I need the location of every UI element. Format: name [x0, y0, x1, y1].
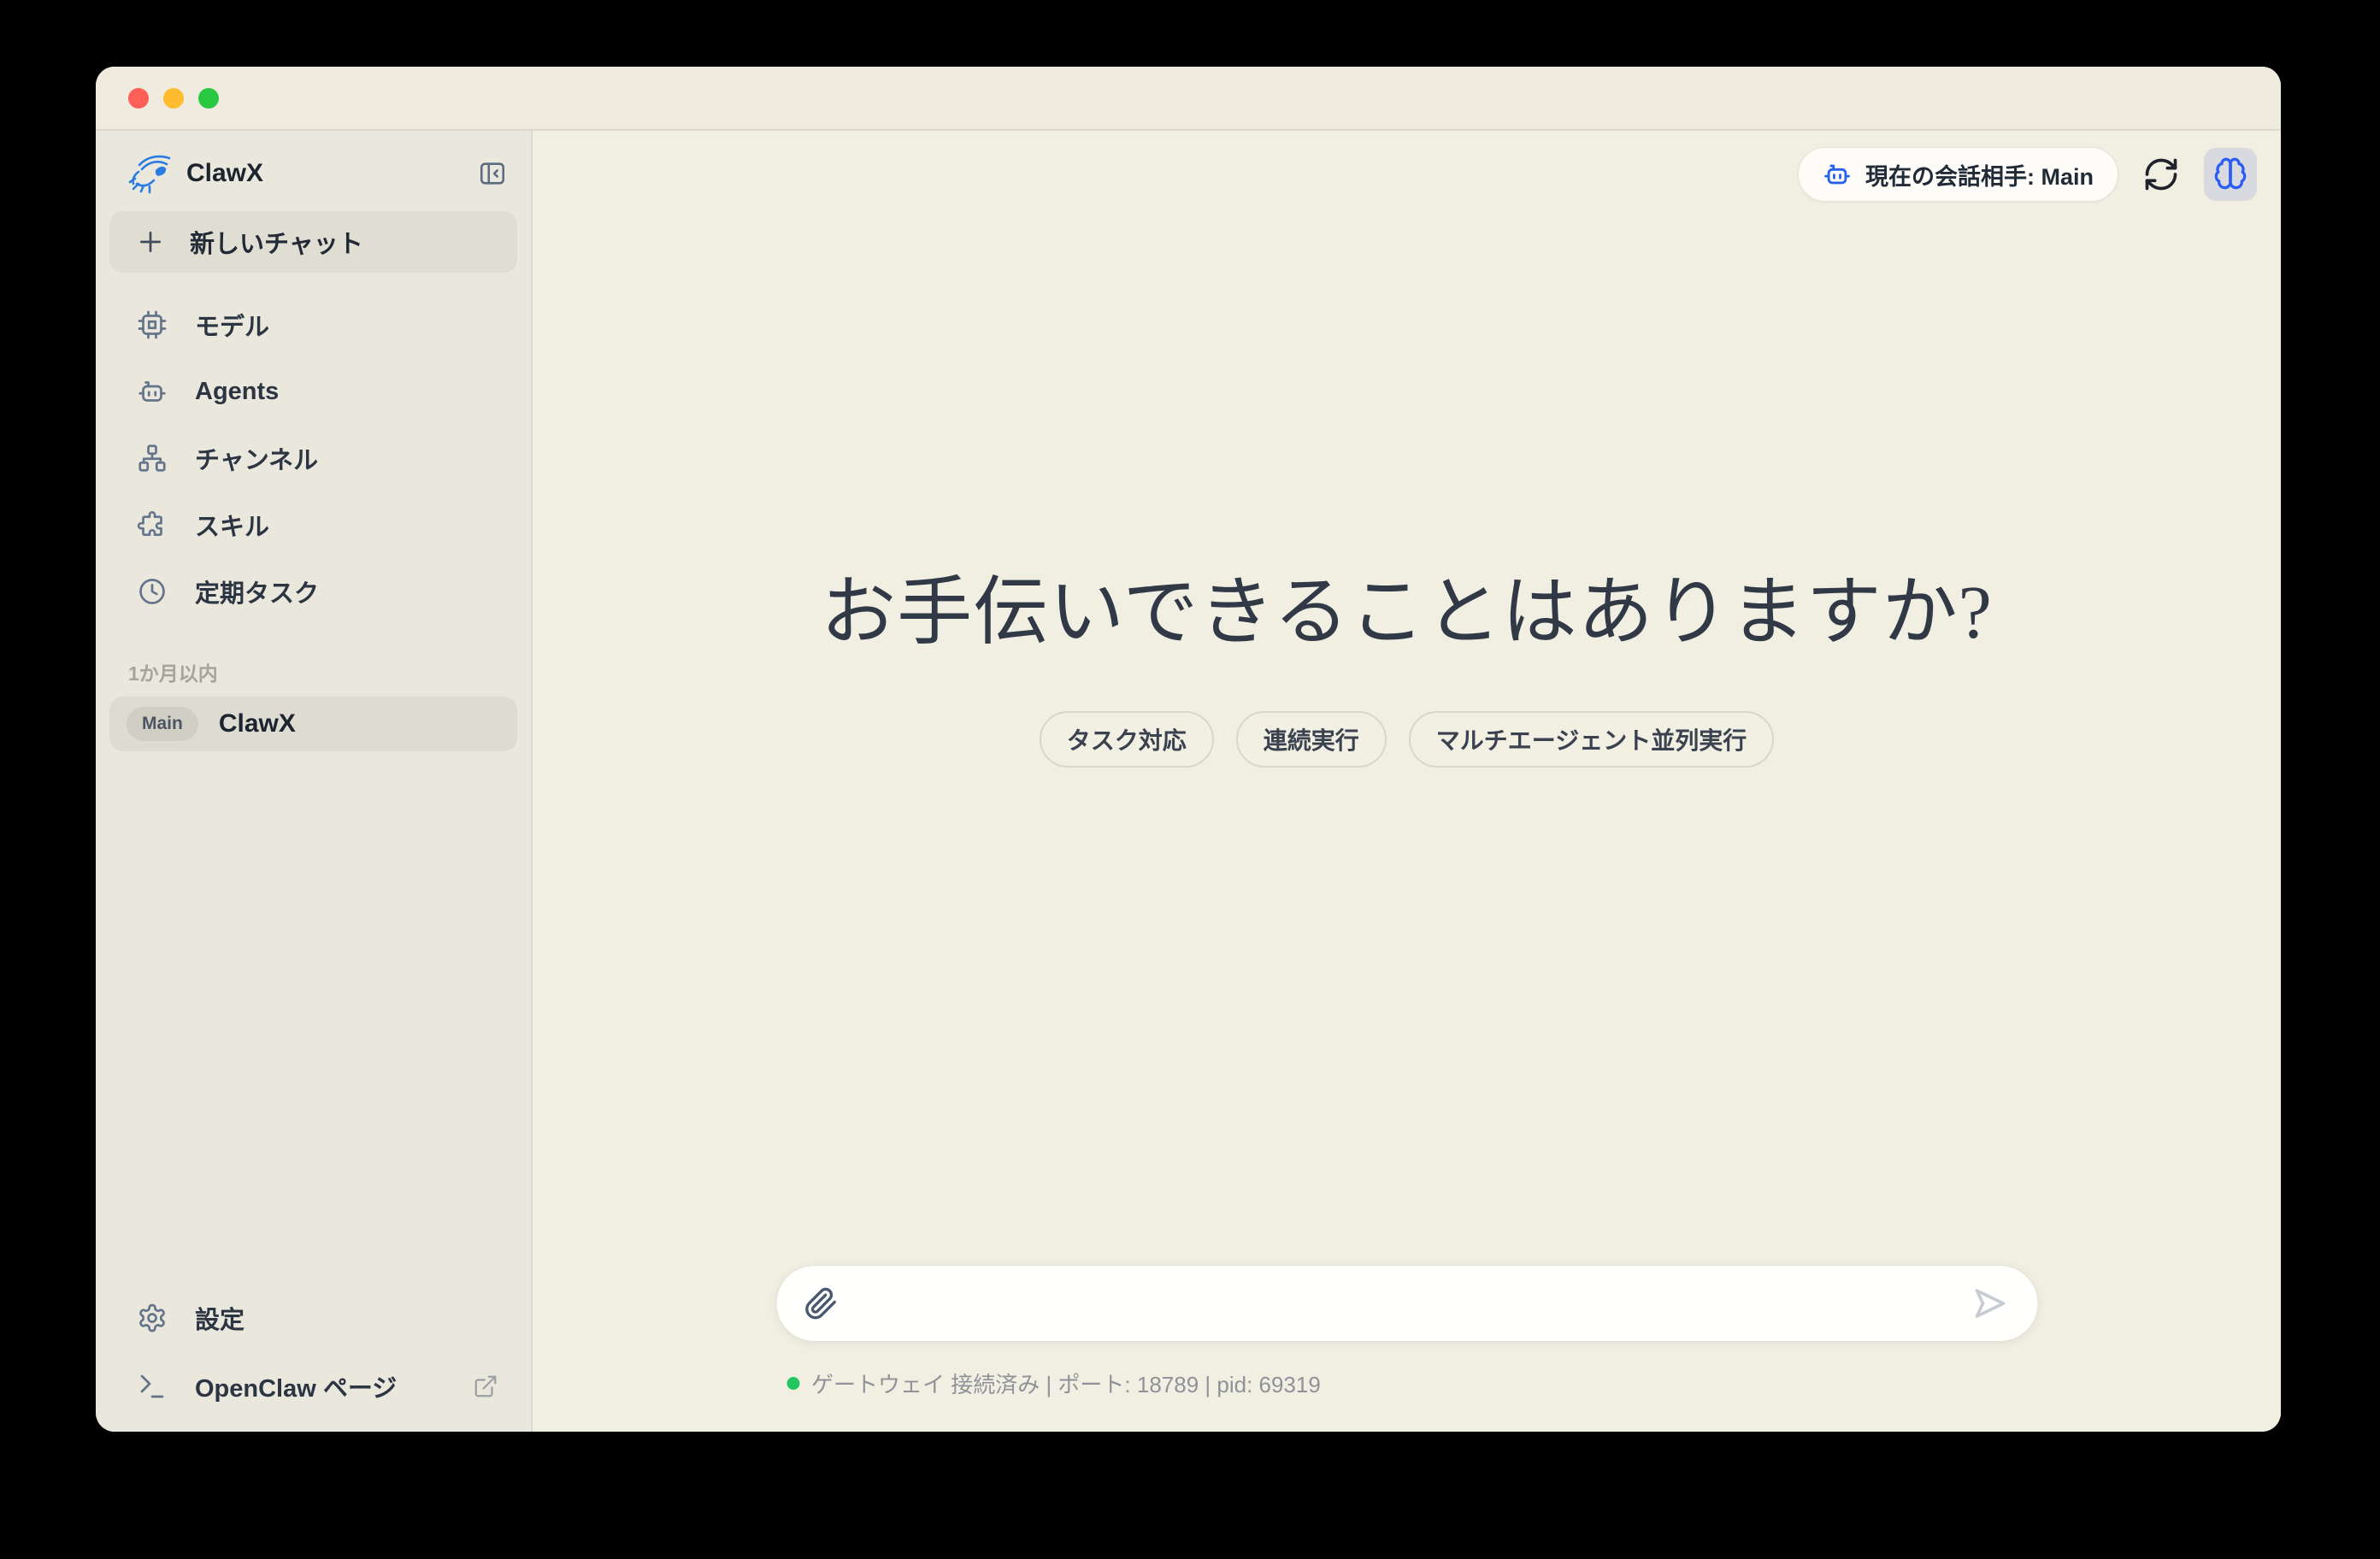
- chat-history-item[interactable]: Main ClawX: [109, 697, 517, 751]
- history-section-label: 1か月以内: [128, 657, 517, 686]
- sidebar-header: ClawX: [109, 131, 517, 211]
- message-input[interactable]: [857, 1289, 1950, 1318]
- sidebar-item-models[interactable]: モデル: [109, 291, 517, 358]
- suggestion-multi-agent[interactable]: マルチエージェント並列実行: [1409, 711, 1774, 768]
- app-title: ClawX: [186, 159, 263, 188]
- clawx-logo-icon: [127, 153, 173, 194]
- sidebar-item-scheduled-tasks[interactable]: 定期タスク: [109, 558, 517, 625]
- suggestion-task-support[interactable]: タスク対応: [1040, 711, 1214, 768]
- sidebar-item-label: 定期タスク: [195, 574, 319, 609]
- external-link-icon: [473, 1374, 498, 1399]
- hero: お手伝いできることはありますか? タスク対応 連続実行 マルチエージェント並列実…: [533, 551, 2281, 768]
- brain-button[interactable]: [2204, 148, 2257, 201]
- header-controls: 現在の会話相手: Main: [1798, 147, 2257, 202]
- send-button[interactable]: [1969, 1283, 2010, 1324]
- app-window: ClawX 新しいチャット: [96, 67, 2281, 1432]
- sitemap-icon: [137, 443, 168, 474]
- current-partner-label: 現在の会話相手: Main: [1865, 158, 2094, 191]
- panel-collapse-icon: [478, 178, 507, 191]
- bot-icon: [137, 376, 168, 407]
- titlebar: [96, 67, 2281, 131]
- window-content: ClawX 新しいチャット: [96, 131, 2281, 1432]
- new-chat-button[interactable]: 新しいチャット: [109, 211, 517, 273]
- sidebar-nav: モデル Agents: [109, 291, 517, 625]
- agent-badge: Main: [127, 707, 198, 741]
- sidebar-item-label: モデル: [195, 307, 269, 343]
- sidebar-item-label: スキル: [195, 507, 269, 543]
- sidebar-item-label: 設定: [195, 1300, 244, 1336]
- refresh-icon: [2142, 183, 2180, 196]
- current-partner-pill[interactable]: 現在の会話相手: Main: [1798, 147, 2118, 202]
- gear-icon: [137, 1303, 168, 1333]
- new-chat-label: 新しいチャット: [190, 224, 363, 260]
- terminal-icon: [137, 1371, 168, 1402]
- suggestion-pills: タスク対応 連続実行 マルチエージェント並列実行: [533, 711, 2281, 768]
- composer: [776, 1266, 2037, 1341]
- main-area: 現在の会話相手: Main: [533, 131, 2281, 1432]
- suggestion-continuous-run[interactable]: 連続実行: [1236, 711, 1387, 768]
- sidebar-footer: 設定 OpenClaw ページ: [109, 1288, 517, 1432]
- chat-title: ClawX: [219, 709, 296, 738]
- hero-title: お手伝いできることはありますか?: [533, 551, 2281, 660]
- send-icon: [1969, 1314, 2010, 1327]
- sidebar: ClawX 新しいチャット: [96, 131, 533, 1432]
- sidebar-item-label: OpenClaw ページ: [195, 1368, 397, 1404]
- brain-icon: [2213, 156, 2247, 193]
- clock-icon: [137, 576, 168, 607]
- close-button[interactable]: [128, 88, 149, 109]
- minimize-button[interactable]: [163, 88, 184, 109]
- gateway-status: ゲートウェイ 接続済み | ポート: 18789 | pid: 69319: [776, 1368, 2037, 1399]
- sidebar-item-openclaw-page[interactable]: OpenClaw ページ: [109, 1356, 517, 1416]
- sidebar-collapse-button[interactable]: [478, 159, 507, 188]
- paperclip-icon: [804, 1310, 838, 1323]
- sidebar-item-label: Agents: [195, 378, 279, 406]
- status-text: ゲートウェイ 接続済み | ポート: 18789 | pid: 69319: [811, 1368, 1321, 1399]
- bot-icon: [1823, 160, 1852, 189]
- zoom-button[interactable]: [198, 88, 219, 109]
- sidebar-item-settings[interactable]: 設定: [109, 1288, 517, 1348]
- refresh-button[interactable]: [2142, 156, 2180, 193]
- attach-button[interactable]: [804, 1286, 838, 1321]
- status-dot-icon: [786, 1377, 799, 1390]
- puzzle-icon: [137, 509, 168, 540]
- sidebar-item-channels[interactable]: チャンネル: [109, 425, 517, 491]
- sidebar-item-skills[interactable]: スキル: [109, 491, 517, 558]
- sidebar-item-label: チャンネル: [195, 440, 318, 476]
- traffic-lights: [128, 88, 219, 109]
- plus-icon: [137, 228, 164, 256]
- chip-icon: [137, 309, 168, 340]
- sidebar-item-agents[interactable]: Agents: [109, 358, 517, 425]
